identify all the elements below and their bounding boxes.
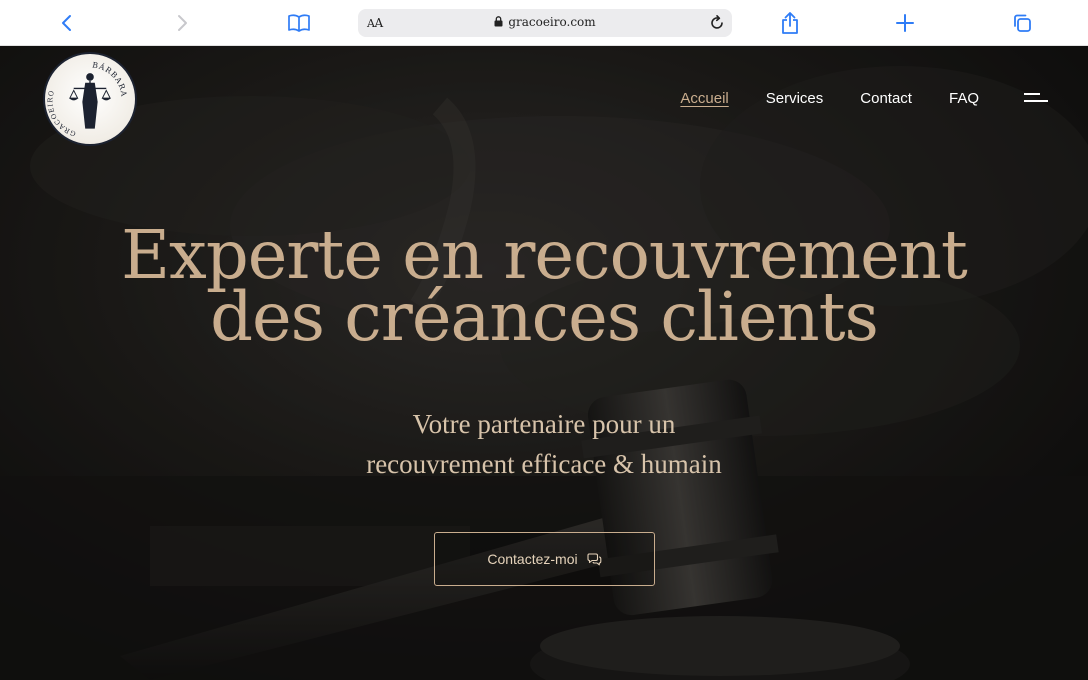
new-tab-icon — [896, 14, 914, 32]
share-icon — [782, 12, 798, 34]
reload-button[interactable] — [708, 14, 726, 37]
forward-button[interactable] — [168, 9, 196, 37]
nav-item-faq[interactable]: FAQ — [949, 90, 979, 107]
bookmarks-icon — [288, 14, 310, 32]
back-button[interactable] — [53, 9, 81, 37]
bookmarks-button[interactable] — [285, 9, 313, 37]
hero-subtitle-line-2: recouvrement efficace & humain — [366, 449, 722, 479]
address-bar[interactable]: AA gracoeiro.com — [358, 9, 732, 37]
hero-subtitle-line-1: Votre partenaire pour un — [412, 409, 676, 439]
menu-icon[interactable] — [1024, 91, 1048, 105]
main-nav: Accueil Services Contact FAQ — [680, 88, 1048, 108]
web-page: BÁRBARA GRACOEIRO Accueil Services Conta… — [0, 46, 1088, 680]
new-tab-button[interactable] — [891, 9, 919, 37]
contact-button[interactable]: Contactez-moi — [434, 532, 655, 586]
nav-item-services[interactable]: Services — [766, 90, 824, 107]
hero-title: Experte en recouvrement des créances cli… — [0, 216, 1088, 356]
lady-justice-icon — [68, 73, 112, 129]
forward-icon — [178, 15, 187, 31]
contact-button-label: Contactez-moi — [487, 551, 578, 567]
nav-item-accueil[interactable]: Accueil — [680, 90, 728, 107]
hero-title-line-2: des créances clients — [210, 278, 879, 356]
back-icon — [62, 15, 71, 31]
hero-subtitle: Votre partenaire pour un recouvrement ef… — [0, 404, 1088, 484]
browser-toolbar: AA gracoeiro.com — [0, 0, 1088, 46]
tabs-icon — [1014, 14, 1031, 32]
chat-icon — [587, 552, 602, 566]
svg-text:BÁRBARA: BÁRBARA — [92, 60, 129, 97]
hero-title-line-1: Experte en recouvrement — [121, 216, 968, 294]
share-button[interactable] — [776, 9, 804, 37]
site-logo[interactable]: BÁRBARA GRACOEIRO — [43, 52, 137, 146]
logo-top-text: BÁRBARA — [92, 60, 128, 97]
lock-icon — [494, 16, 503, 27]
nav-item-contact[interactable]: Contact — [860, 90, 912, 107]
reload-icon — [711, 15, 723, 29]
url-display[interactable]: gracoeiro.com — [358, 15, 732, 29]
tabs-button[interactable] — [1008, 9, 1036, 37]
